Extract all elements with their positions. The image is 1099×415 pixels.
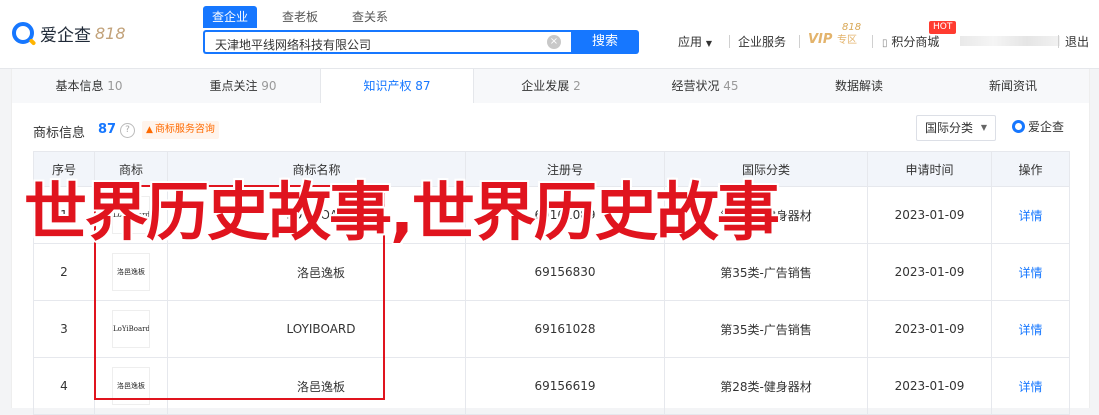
tab-development[interactable]: 企业发展 2 (474, 69, 628, 103)
detail-cell: 详情 (991, 357, 1070, 415)
divider (872, 35, 873, 48)
apply-date: 2023-01-09 (867, 300, 992, 358)
tab-basic-info[interactable]: 基本信息 10 (12, 69, 166, 103)
section-count: 87 (98, 122, 117, 137)
vip-zone-link[interactable]: VIP 专区 (808, 31, 857, 47)
watermark-text: 爱企查 (1028, 120, 1065, 134)
detail-link[interactable]: 详情 (1018, 323, 1042, 337)
tab-label: 企业发展 (521, 79, 570, 93)
reg-number: 69161028 (465, 300, 665, 358)
tab-label: 数据解读 (834, 79, 883, 93)
tab-data-insight[interactable]: 数据解读 (782, 69, 936, 103)
tab-label: 基本信息 (55, 79, 104, 93)
top-bar: 爱企查 818 查企业 查老板 查关系 × 搜索 应用 ▼ 企业服务 VIP 专… (0, 0, 1099, 69)
main-tabs: 基本信息 10 重点关注 90 知识产权 87 企业发展 2 经营状况 45 数… (11, 69, 1090, 104)
detail-cell: 详情 (991, 243, 1070, 301)
logo-icon (1012, 120, 1025, 133)
user-name-blurred[interactable] (960, 36, 1060, 46)
enterprise-service-link[interactable]: 企业服务 (738, 33, 786, 50)
vip-label: VIP (808, 32, 833, 47)
vip-sub-label: 专区 (836, 35, 857, 46)
search-button[interactable]: 搜索 (571, 30, 639, 54)
divider (729, 35, 730, 48)
logo-icon (12, 22, 34, 44)
logout-link[interactable]: 退出 (1065, 33, 1089, 50)
tab-count: 87 (415, 79, 431, 93)
tab-label: 新闻资讯 (988, 79, 1037, 93)
apply-date: 2023-01-09 (867, 357, 992, 415)
help-icon[interactable]: ? (120, 123, 135, 138)
search-tab-relation[interactable]: 查关系 (343, 6, 397, 28)
search-tab-boss[interactable]: 查老板 (273, 6, 327, 28)
filter-label: 国际分类 (925, 121, 974, 135)
detail-link[interactable]: 详情 (1018, 209, 1042, 223)
bell-icon: ▲ (146, 125, 153, 135)
logo[interactable]: 爱企查 818 (12, 19, 126, 47)
trademark-consult-button[interactable]: ▲ 商标服务咨询 (142, 121, 219, 139)
divider (1058, 35, 1059, 48)
tab-key-focus[interactable]: 重点关注 90 (166, 69, 320, 103)
consult-label: 商标服务咨询 (154, 124, 215, 135)
search-input[interactable] (213, 34, 537, 54)
detail-link[interactable]: 详情 (1018, 266, 1042, 280)
logo-818: 818 (95, 23, 126, 43)
watermark-logo: 爱企查 (1012, 118, 1064, 135)
tab-label: 经营状况 (671, 79, 720, 93)
tab-count: 90 (261, 79, 277, 93)
clear-icon[interactable]: × (547, 35, 561, 49)
intl-class: 第35类-广告销售 (664, 300, 868, 358)
tab-count: 10 (107, 79, 123, 93)
search-tabs: 查企业 查老板 查关系 (203, 6, 413, 28)
row-index: 3 (33, 300, 95, 358)
tab-ip[interactable]: 知识产权 87 (320, 69, 474, 104)
apply-label: 应用 (678, 35, 703, 49)
tab-count: 2 (573, 79, 581, 93)
gift-icon: ▯ (882, 38, 888, 49)
detail-cell: 详情 (991, 300, 1070, 358)
intl-class: 第28类-健身器材 (664, 357, 868, 415)
intl-class-filter[interactable]: 国际分类 ▼ (916, 115, 996, 141)
apply-menu[interactable]: 应用 ▼ (678, 33, 712, 50)
tab-news[interactable]: 新闻资讯 (936, 69, 1090, 103)
chevron-down-icon: ▼ (705, 39, 712, 48)
search-box: × (203, 30, 571, 54)
col-apply-date: 申请时间 (867, 151, 992, 187)
points-mall-link[interactable]: ▯ 积分商城 (882, 33, 939, 50)
tab-label: 知识产权 (363, 79, 412, 93)
chevron-down-icon: ▼ (980, 123, 987, 132)
tab-count: 45 (723, 79, 739, 93)
apply-date: 2023-01-09 (867, 186, 992, 244)
tab-label: 重点关注 (209, 79, 258, 93)
detail-cell: 详情 (991, 186, 1070, 244)
col-action: 操作 (991, 151, 1070, 187)
overlay-caption: 世界历史故事,世界历史故事 (24, 176, 780, 249)
points-mall-label: 积分商城 (891, 35, 940, 49)
vip-818-badge: 818 (842, 22, 862, 33)
tab-operations[interactable]: 经营状况 45 (628, 69, 782, 103)
reg-number: 69156619 (465, 357, 665, 415)
hot-badge: HOT (929, 21, 957, 34)
apply-date: 2023-01-09 (867, 243, 992, 301)
row-index: 4 (33, 357, 95, 415)
divider (799, 35, 800, 48)
section-title: 商标信息 (33, 126, 86, 141)
detail-link[interactable]: 详情 (1018, 380, 1042, 394)
search-tab-company[interactable]: 查企业 (203, 6, 258, 28)
logo-text: 爱企查 (40, 25, 91, 46)
